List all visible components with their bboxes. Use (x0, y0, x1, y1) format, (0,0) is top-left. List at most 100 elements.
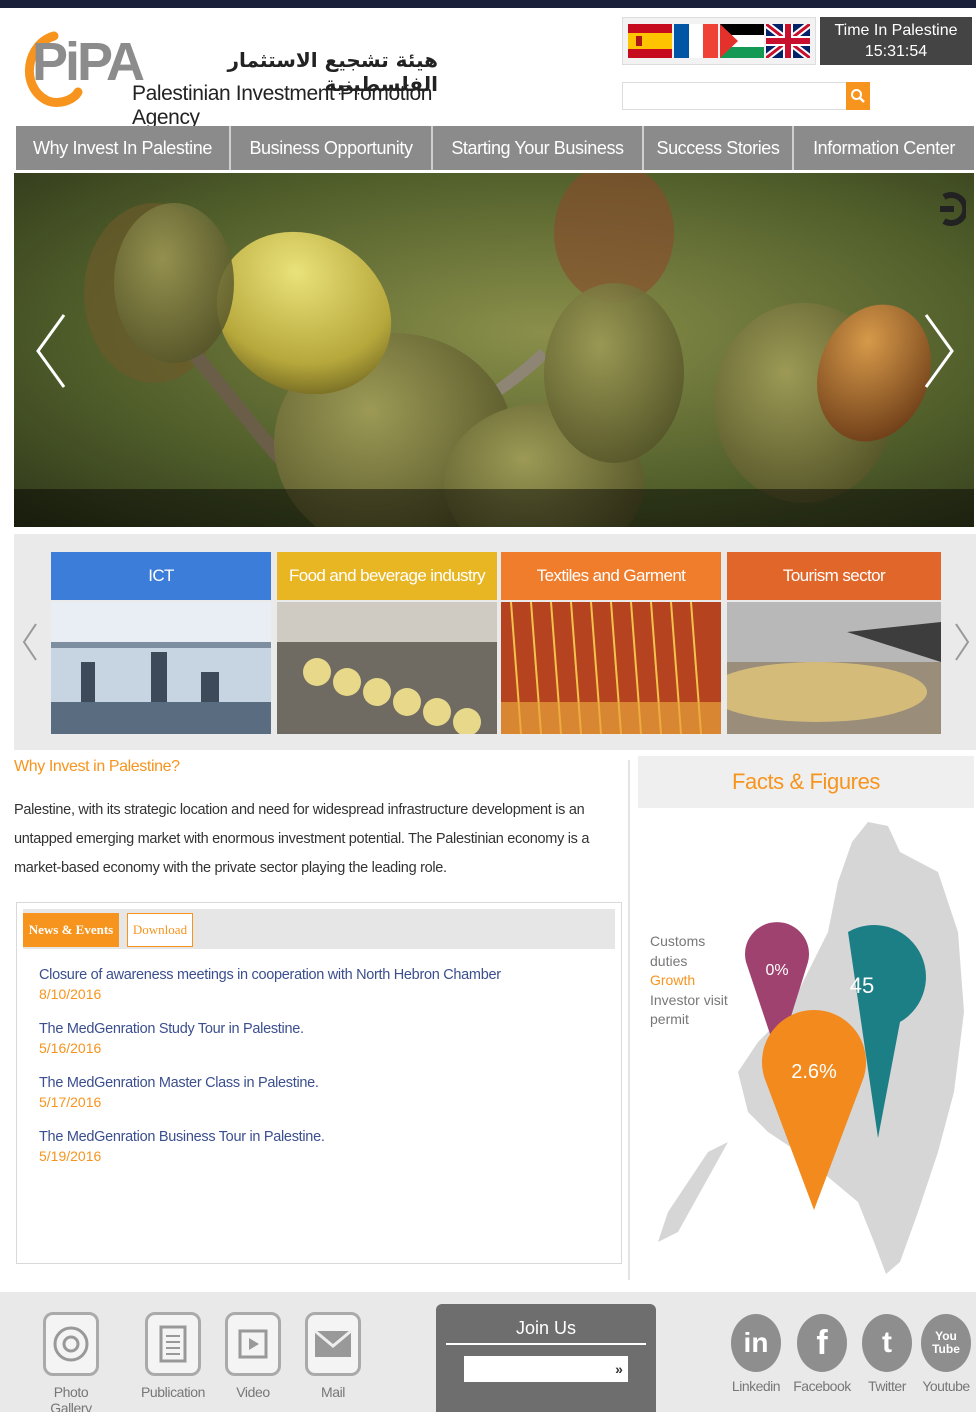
palestinian-flag-icon[interactable] (720, 24, 764, 58)
social-youtube[interactable]: You Tube Youtube (916, 1314, 976, 1394)
nav-why-invest[interactable]: Why Invest In Palestine (16, 126, 231, 170)
sector-card-ict[interactable]: ICT (51, 552, 271, 734)
hero-next-button[interactable] (918, 311, 958, 391)
sectors-next-button[interactable] (952, 622, 972, 662)
why-invest-heading[interactable]: Why Invest in Palestine? (14, 758, 180, 776)
sectors-prev-button[interactable] (20, 622, 40, 662)
sectors-carousel: ICT Food and beverage industry Textiles … (14, 534, 976, 750)
agency-english-name: Palestinian Investment Promotion Agency (132, 82, 433, 129)
french-flag-icon[interactable] (674, 24, 718, 58)
linkedin-icon: in (731, 1314, 781, 1372)
chevron-right-icon (955, 623, 970, 661)
hero-acorn-image (14, 173, 974, 527)
language-flags (622, 17, 816, 65)
sector-image (727, 602, 941, 734)
pause-icon (940, 192, 966, 226)
chevron-right-icon (924, 314, 954, 388)
footer-link-label: Photo Gallery (50, 1384, 92, 1412)
news-item[interactable]: The MedGenration Business Tour in Palest… (39, 1129, 599, 1183)
social-label: Youtube (922, 1378, 970, 1394)
facts-legend: Customs duties Growth Investor visit per… (650, 932, 736, 1030)
facebook-icon: f (797, 1314, 847, 1372)
chevron-left-icon (22, 623, 37, 661)
sector-title: Textiles and Garment (501, 552, 721, 600)
facts-figures-heading: Facts & Figures (638, 756, 974, 808)
news-item[interactable]: The MedGenration Study Tour in Palestine… (39, 1021, 599, 1075)
chevron-left-icon (36, 314, 66, 388)
footer-photo-gallery[interactable]: Photo Gallery (36, 1312, 106, 1412)
pin-customs-value: 0% (765, 962, 788, 979)
tab-news-events[interactable]: News & Events (23, 913, 119, 947)
social-facebook[interactable]: f Facebook (791, 1314, 853, 1394)
social-label: Facebook (793, 1378, 851, 1394)
sector-card-tourism[interactable]: Tourism sector (727, 552, 941, 734)
facts-label-growth: Growth (650, 972, 696, 988)
footer-link-label: Mail (320, 1384, 346, 1400)
news-title[interactable]: The MedGenration Business Tour in Palest… (39, 1129, 599, 1145)
hero-caption-bar (14, 489, 974, 527)
sector-card-food[interactable]: Food and beverage industry (277, 552, 497, 734)
facts-label-customs: Customs duties (650, 933, 706, 969)
news-list: Closure of awareness meetings in coopera… (39, 967, 599, 1183)
news-date: 8/10/2016 (39, 986, 102, 1002)
twitter-icon: t (862, 1314, 912, 1372)
nav-success-stories[interactable]: Success Stories (644, 126, 794, 170)
gaza-map-shape (658, 1142, 728, 1242)
social-linkedin[interactable]: in Linkedin (725, 1314, 787, 1394)
hero-slider[interactable] (14, 173, 974, 527)
hero-prev-button[interactable] (32, 311, 72, 391)
footer-publication[interactable]: Publication (138, 1312, 208, 1400)
news-date: 5/17/2016 (39, 1094, 102, 1110)
news-date: 5/16/2016 (39, 1040, 102, 1056)
time-value: 15:31:54 (864, 43, 928, 60)
spanish-flag-icon[interactable] (628, 24, 672, 58)
sector-image (51, 602, 271, 734)
facts-label-investor: Investor visit permit (650, 991, 728, 1028)
sector-title: Food and beverage industry (277, 552, 497, 600)
search-input[interactable] (622, 82, 848, 110)
sector-card-textiles[interactable]: Textiles and Garment (501, 552, 721, 734)
search-icon (851, 89, 865, 103)
sector-image (501, 602, 721, 734)
time-label: Time In Palestine (834, 22, 958, 39)
footer-video[interactable]: Video (218, 1312, 288, 1400)
tab-download[interactable]: Download (127, 913, 193, 947)
uk-flag-icon[interactable] (766, 24, 810, 58)
nav-starting-business[interactable]: Starting Your Business (433, 126, 644, 170)
palestine-time: Time In Palestine 15:31:54 (820, 17, 972, 65)
social-label: Linkedin (731, 1378, 781, 1394)
footer: Photo Gallery Publication Video Mail Joi… (0, 1292, 976, 1412)
nav-business-opportunity[interactable]: Business Opportunity (231, 126, 433, 170)
tab-bar: News & Events Download (23, 909, 615, 949)
youtube-icon: You Tube (921, 1314, 971, 1372)
column-divider (628, 760, 630, 1280)
social-twitter[interactable]: t Twitter (856, 1314, 918, 1394)
sector-title: Tourism sector (727, 552, 941, 600)
join-us-title: Join Us (446, 1318, 646, 1345)
play-icon (225, 1312, 281, 1376)
news-title[interactable]: The MedGenration Master Class in Palesti… (39, 1075, 599, 1091)
hero-pause-button[interactable] (936, 187, 966, 231)
why-invest-text: Palestine, with its strategic location a… (14, 802, 590, 876)
footer-mail[interactable]: Mail (298, 1312, 368, 1400)
news-title[interactable]: Closure of awareness meetings in coopera… (39, 967, 599, 983)
news-date: 5/19/2016 (39, 1148, 102, 1164)
main-nav: Why Invest In Palestine Business Opportu… (16, 126, 974, 170)
news-item[interactable]: Closure of awareness meetings in coopera… (39, 967, 599, 1021)
newsletter-email-input[interactable] (464, 1356, 628, 1382)
footer-link-label: Video (236, 1384, 270, 1400)
footer-link-label: Publication (140, 1384, 206, 1400)
social-label: Twitter (868, 1378, 906, 1394)
news-title[interactable]: The MedGenration Study Tour in Palestine… (39, 1021, 599, 1037)
news-item[interactable]: The MedGenration Master Class in Palesti… (39, 1075, 599, 1129)
document-icon (145, 1312, 201, 1376)
nav-information-center[interactable]: Information Center (794, 126, 974, 170)
chrome-icon (43, 1312, 99, 1376)
facts-map: 45 0% 2.6% (638, 812, 974, 1280)
join-submit-button[interactable]: » (610, 1356, 628, 1382)
search-button[interactable] (846, 82, 870, 110)
news-panel: News & Events Download Closure of awaren… (16, 902, 622, 1264)
join-us-box: Join Us » (436, 1304, 656, 1412)
pin-growth-value: 2.6% (791, 1061, 837, 1083)
pipa-logo[interactable]: PiPA (18, 16, 148, 112)
